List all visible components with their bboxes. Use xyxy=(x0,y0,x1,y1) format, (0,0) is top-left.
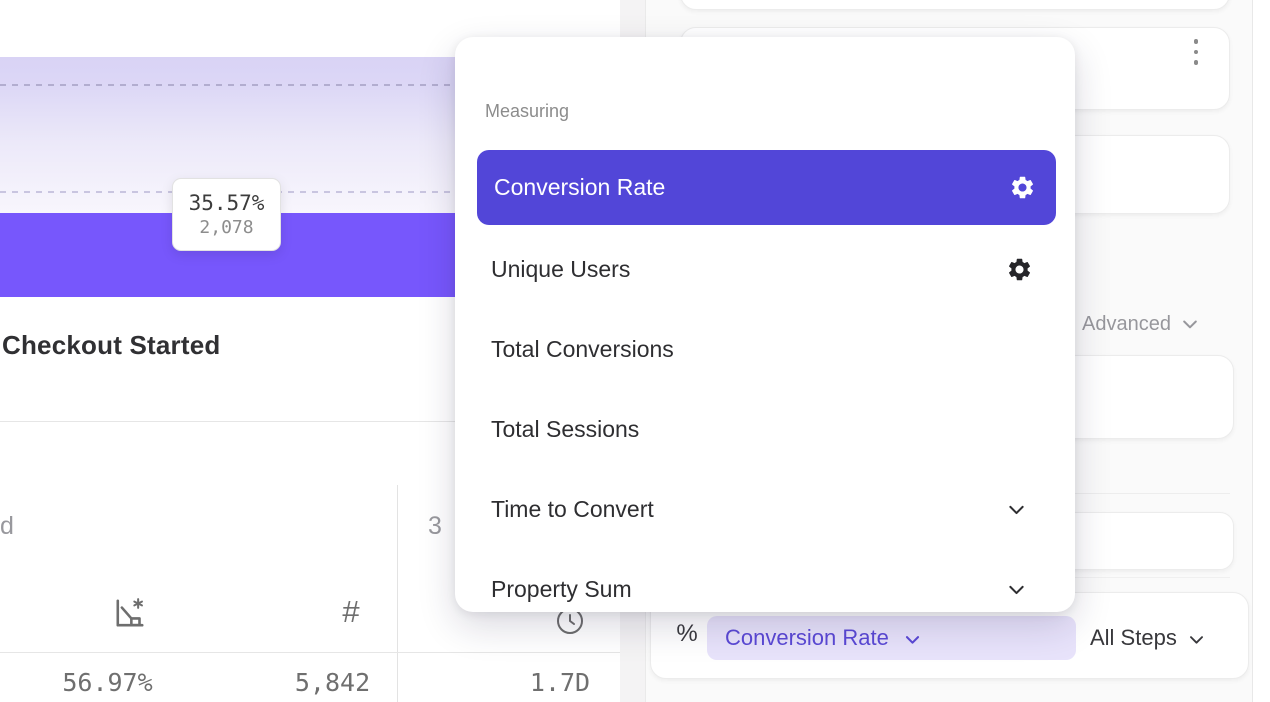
funnel-report-screen: 35.57% 2,078 Checkout Started d 3 # xyxy=(0,0,1270,702)
tooltip-count: 2,078 xyxy=(199,217,253,238)
gear-icon[interactable] xyxy=(1006,256,1033,283)
table-row-rule xyxy=(0,652,620,653)
bar-tooltip: 35.57% 2,078 xyxy=(172,178,281,251)
gear-icon[interactable] xyxy=(1009,174,1036,201)
steps-label: All Steps xyxy=(1090,625,1177,651)
metric-value-conversion: 56.97% xyxy=(45,668,170,697)
advanced-label: Advanced xyxy=(1082,313,1171,336)
menu-item-property-sum[interactable]: Property Sum xyxy=(455,549,1075,629)
menu-item-label: Time to Convert xyxy=(491,496,1006,523)
menu-item-total-sessions[interactable]: Total Sessions xyxy=(455,389,1075,469)
menu-item-label: Unique Users xyxy=(491,256,1006,283)
chevron-down-icon xyxy=(1187,630,1206,649)
table-column-divider xyxy=(397,485,398,702)
menu-item-conversion-rate[interactable]: Conversion Rate xyxy=(477,150,1056,225)
metric-value-count: 5,842 xyxy=(275,668,390,697)
steps-scope-selector[interactable]: All Steps xyxy=(1090,622,1230,654)
chevron-down-icon xyxy=(903,630,922,649)
menu-item-label: Total Sessions xyxy=(491,416,1033,443)
hash-icon: # xyxy=(336,592,366,632)
metric-value-time: 1.7D xyxy=(505,668,615,697)
menu-item-total-conversions[interactable]: Total Conversions xyxy=(455,309,1075,389)
chevron-down-icon xyxy=(1006,499,1027,520)
menu-item-label: Conversion Rate xyxy=(494,174,1009,201)
step-label: Checkout Started xyxy=(2,330,220,361)
conversion-rate-icon xyxy=(110,594,150,632)
menu-item-unique-users[interactable]: Unique Users xyxy=(455,229,1075,309)
query-card-top xyxy=(680,0,1230,10)
tooltip-conversion-rate: 35.57% xyxy=(189,191,265,215)
chevron-down-icon xyxy=(1180,314,1200,334)
next-step-number: 3 xyxy=(428,512,442,541)
panel-right-edge xyxy=(1252,0,1270,702)
menu-item-time-to-convert[interactable]: Time to Convert xyxy=(455,469,1075,549)
kebab-menu-icon[interactable] xyxy=(1184,32,1208,72)
prev-step-label-fragment: d xyxy=(0,512,14,541)
menu-item-label: Property Sum xyxy=(491,576,1006,603)
chevron-down-icon xyxy=(1006,579,1027,600)
menu-item-label: Total Conversions xyxy=(491,336,1033,363)
menu-title: Measuring xyxy=(485,101,569,122)
measuring-menu: Measuring Conversion Rate Unique Users T… xyxy=(455,37,1075,612)
